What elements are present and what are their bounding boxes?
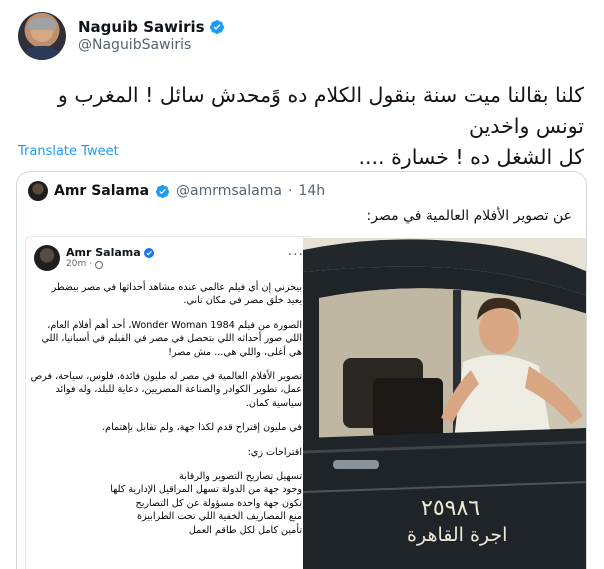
post-author-avatar [34, 245, 60, 271]
post-line: في مليون إقتراح قدم لكذا جهة، ولم تقابل … [102, 422, 302, 434]
post-line: تسهيل تصاريح التصوير والرقابة [179, 471, 302, 483]
translate-tweet-link[interactable]: Translate Tweet [18, 144, 119, 159]
author-handle[interactable]: @NaguibSawiris [78, 37, 225, 55]
tweet-text-line: كلنا بقالنا ميت سنة بنقول الكلام ده وًمح… [57, 83, 584, 138]
post-paragraph: تسهيل تصاريح التصوير والرقابة وجود جهة من… [36, 470, 302, 537]
plate-number: ٢٥٩٨٦ [421, 496, 481, 521]
post-paragraph: بيحزني إن أي فيلم عالمي عنده مشاهد أحداث… [36, 281, 302, 308]
verified-badge-icon [209, 20, 224, 35]
more-options-icon: ··· [287, 247, 304, 263]
post-line: منع المصاريف الخفية اللي تحت الطرابيزة [136, 511, 302, 523]
post-paragraph: اقتراحات زي: [36, 446, 302, 459]
tweet-header: Naguib Sawiris @NaguibSawiris [18, 12, 225, 60]
post-paragraph: في مليون إقتراح قدم لكذا جهة، ولم تقابل … [36, 421, 302, 434]
post-line: تصوير الأفلام العالمية في مصر له مليون ف… [30, 371, 302, 383]
post-line: سياسية كمان. [245, 397, 302, 409]
post-line: يعيد خلق مصر في مكان تاني. [183, 295, 302, 307]
post-line: اقتراحات زي: [247, 446, 302, 458]
plate-city: اجرة القاهرة [407, 524, 508, 546]
quoted-author-avatar [28, 181, 48, 201]
quoted-timestamp: 14h [298, 183, 326, 199]
post-author-name: Amr Salama [66, 246, 154, 259]
quoted-tweet[interactable]: Amr Salama @amrmsalama · 14h عن تصوير ال… [16, 171, 587, 569]
post-line: وجود جهة من الدولة تسهل المراقيل الإداري… [110, 484, 302, 496]
post-paragraph: تصوير الأفلام العالمية في مصر له مليون ف… [30, 370, 303, 410]
post-paragraph: الصورة من فيلم Wonder Woman 1984، أحد أه… [36, 319, 302, 359]
quoted-author-name: Amr Salama [54, 183, 150, 199]
post-line: بيحزني إن أي فيلم عالمي عنده مشاهد أحداث… [51, 282, 302, 293]
verified-badge-icon [143, 247, 154, 258]
post-meta: 20m · [66, 259, 154, 270]
quoted-tweet-text: عن تصوير الأفلام العالمية في مصر: [366, 208, 572, 224]
verified-badge-icon [155, 184, 170, 198]
movie-still-photo: ٢٥٩٨٦ اجرة القاهرة [303, 238, 586, 569]
post-line: اللي صور أحداثه اللي بتحصل في مصر في الف… [41, 333, 302, 345]
post-line: تكون جهة واحدة مسؤولة عن كل التصاريح [135, 497, 303, 509]
author-avatar[interactable] [18, 12, 66, 60]
quoted-tweet-header: Amr Salama @amrmsalama · 14h [28, 181, 325, 201]
post-dot: · [89, 259, 93, 270]
quoted-author-handle: @amrmsalama [176, 183, 282, 199]
post-header: Amr Salama 20m · [34, 245, 154, 271]
post-line: عمل، تطوير الكوادر والصناعة المصريين، دع… [55, 384, 303, 396]
tweet-text: كلنا بقالنا ميت سنة بنقول الكلام ده وًمح… [18, 80, 584, 173]
author-name-text[interactable]: Naguib Sawiris [78, 18, 205, 37]
post-line: هي أغلى، واللي هي... مش مصر! [168, 346, 302, 358]
post-line: تأمين كامل لكل طاقم العمل [188, 524, 302, 536]
post-time: 20m [66, 259, 87, 270]
globe-icon [95, 260, 104, 269]
post-line: الصورة من فيلم Wonder Woman 1984، أحد أه… [47, 319, 302, 331]
author-names: Naguib Sawiris @NaguibSawiris [78, 18, 225, 54]
post-body: بيحزني إن أي فيلم عالمي عنده مشاهد أحداث… [30, 281, 303, 548]
post-author-name-text: Amr Salama [66, 246, 141, 259]
separator-dot: · [287, 183, 293, 199]
author-display-name[interactable]: Naguib Sawiris [78, 18, 225, 37]
facebook-post-screenshot: Amr Salama 20m · ··· بيحزني إن أي فيلم ع… [25, 236, 313, 569]
